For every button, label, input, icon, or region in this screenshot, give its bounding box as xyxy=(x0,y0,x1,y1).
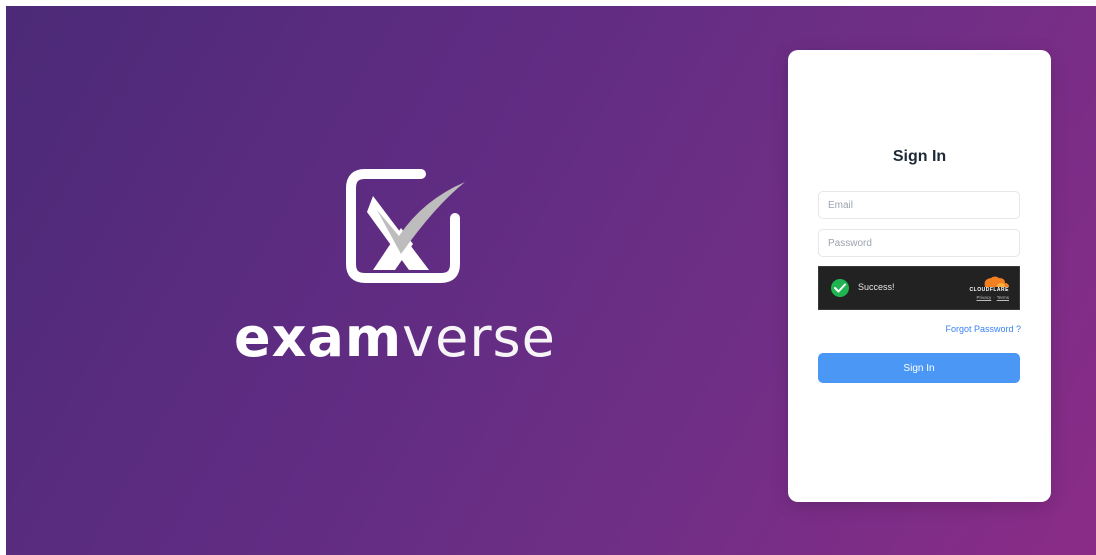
brand-block: examverse xyxy=(206,166,606,386)
links-separator: · xyxy=(993,295,995,300)
terms-link[interactable]: Terms xyxy=(997,295,1009,300)
cloudflare-links: Privacy · Terms xyxy=(976,295,1009,300)
email-field[interactable] xyxy=(818,191,1020,219)
brand-word-bold: exam xyxy=(234,306,403,369)
cloudflare-wordmark: CLOUDFLARE xyxy=(969,287,1009,293)
signin-title: Sign In xyxy=(892,148,947,165)
examverse-logo-icon xyxy=(346,169,465,283)
login-page-background: examverse Sign In Success! CLOUDFLARE Pr… xyxy=(6,6,1096,555)
brand-wordmark: examverse xyxy=(234,306,556,369)
cloudflare-turnstile-widget[interactable]: Success! CLOUDFLARE Privacy · Terms xyxy=(818,266,1020,310)
success-check-icon xyxy=(831,279,849,297)
password-field[interactable] xyxy=(818,229,1020,257)
brand-word-light: verse xyxy=(402,306,556,369)
cloudflare-cloud-icon xyxy=(984,276,1009,287)
privacy-link[interactable]: Privacy xyxy=(976,295,991,300)
signin-button[interactable]: Sign In xyxy=(818,353,1020,383)
forgot-password-link[interactable]: Forgot Password ? xyxy=(945,324,1021,334)
captcha-status: Success! xyxy=(858,282,895,292)
signin-card: Sign In Success! CLOUDFLARE Privacy·Term… xyxy=(788,50,1051,502)
